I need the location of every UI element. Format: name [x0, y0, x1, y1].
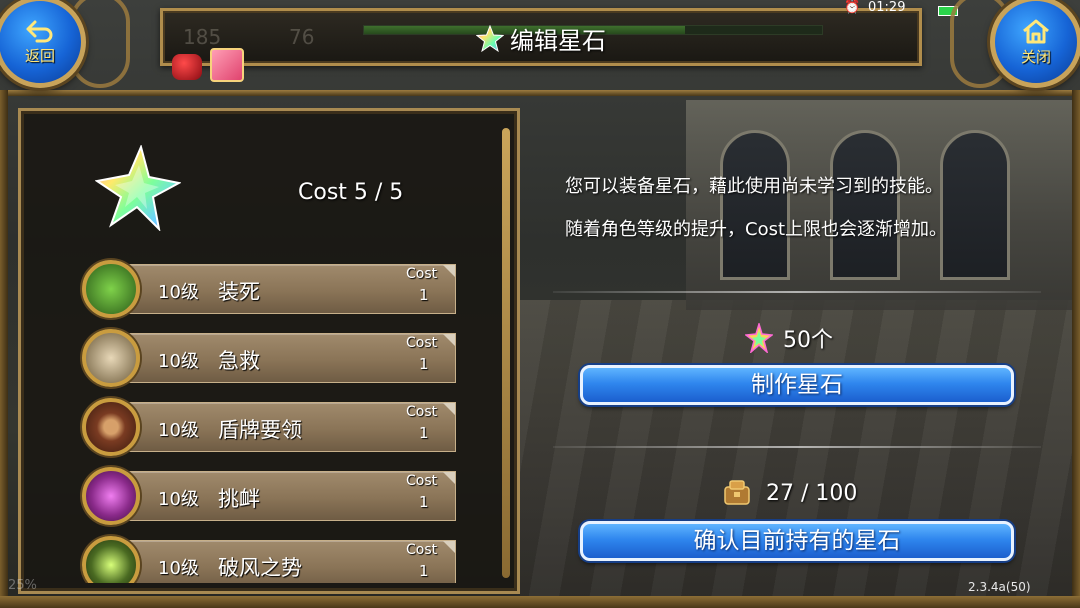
skill-cost-value: 1 — [419, 562, 429, 580]
skill-level: 10级 — [158, 489, 199, 510]
progress-percent: 25% — [8, 578, 37, 593]
red-gem-icon — [172, 54, 202, 80]
divider — [553, 291, 1041, 293]
title-bar: 185 76 编辑星石 — [160, 8, 922, 66]
skill-cost-label: Cost — [406, 542, 438, 558]
skill-row[interactable]: 10级 盾牌要领 Cost 1 — [80, 396, 460, 458]
skill-row[interactable]: 10级 破风之势 Cost 1 — [80, 534, 460, 583]
bag-count-row: 27 / 100 — [722, 478, 857, 512]
frame-top — [0, 90, 1080, 96]
craft-star-stone-button[interactable]: 制作星石 — [580, 365, 1014, 405]
stone-count-row: 50个 — [744, 321, 833, 359]
scrollbar[interactable] — [502, 128, 510, 578]
frame-right — [1072, 90, 1080, 608]
skill-list: 10级 装死 Cost 1 10级 急救 Cost 1 10级 盾牌要领 Cos… — [80, 258, 480, 583]
star-stone-small-icon — [744, 321, 774, 359]
star-stone-large-icon — [94, 143, 182, 235]
divider — [553, 446, 1041, 448]
close-button-label: 关闭 — [1020, 47, 1051, 66]
skill-cost-label: Cost — [406, 266, 438, 282]
skill-level: 10级 — [158, 351, 199, 372]
skill-cost-label: Cost — [406, 335, 438, 351]
status-time: 01:29 — [868, 0, 906, 15]
skill-cost-value: 1 — [419, 355, 429, 373]
description-line-2: 随着角色等级的提升，Cost上限也会逐渐增加。 — [565, 219, 948, 240]
skill-row[interactable]: 10级 挑衅 Cost 1 — [80, 465, 460, 527]
frame-left — [0, 90, 8, 608]
skill-row[interactable]: 10级 装死 Cost 1 — [80, 258, 460, 320]
page-title-text: 编辑星石 — [510, 27, 606, 55]
alarm-icon: ⏰ — [844, 0, 861, 15]
shield-mastery-icon — [82, 398, 140, 456]
skill-cost-label: Cost — [406, 404, 438, 420]
home-icon — [1023, 19, 1049, 43]
skill-cost-value: 1 — [419, 493, 429, 511]
bag-count: 27 / 100 — [766, 481, 858, 506]
skill-cost-value: 1 — [419, 286, 429, 304]
version-label: 2.3.4a(50) — [968, 580, 1031, 594]
skill-row[interactable]: 10级 急救 Cost 1 — [80, 327, 460, 389]
first-aid-icon — [82, 329, 140, 387]
frame-bottom — [0, 596, 1080, 608]
background-arch — [830, 130, 900, 280]
confirm-owned-stones-button[interactable]: 确认目前持有的星石 — [580, 521, 1014, 561]
provoke-icon — [82, 467, 140, 525]
back-button-label: 返回 — [24, 46, 55, 65]
skill-cost-value: 1 — [419, 424, 429, 442]
close-button[interactable]: 关闭 — [990, 0, 1080, 88]
cost-total: Cost 5 / 5 — [298, 180, 404, 205]
gift-box-icon[interactable] — [210, 48, 244, 82]
skill-level: 10级 — [158, 282, 199, 303]
skill-name: 盾牌要领 — [218, 418, 302, 442]
description-line-1: 您可以装备星石，藉此使用尚未学习到的技能。 — [565, 176, 943, 197]
feign-death-icon — [82, 260, 140, 318]
skill-name: 破风之势 — [218, 556, 302, 580]
background-arch — [720, 130, 790, 280]
page-title: 编辑星石 — [163, 21, 919, 59]
skill-cost-label: Cost — [406, 473, 438, 489]
back-arrow-icon — [26, 20, 53, 42]
stone-count: 50个 — [783, 328, 833, 353]
skill-name: 装死 — [218, 280, 260, 304]
skill-name: 挑衅 — [218, 487, 260, 511]
skill-name: 急救 — [218, 349, 260, 373]
skill-level: 10级 — [158, 420, 199, 441]
skill-level: 10级 — [158, 558, 199, 579]
background-arch — [940, 130, 1010, 280]
treasure-bag-icon — [722, 478, 752, 512]
star-stone-icon — [475, 24, 505, 59]
